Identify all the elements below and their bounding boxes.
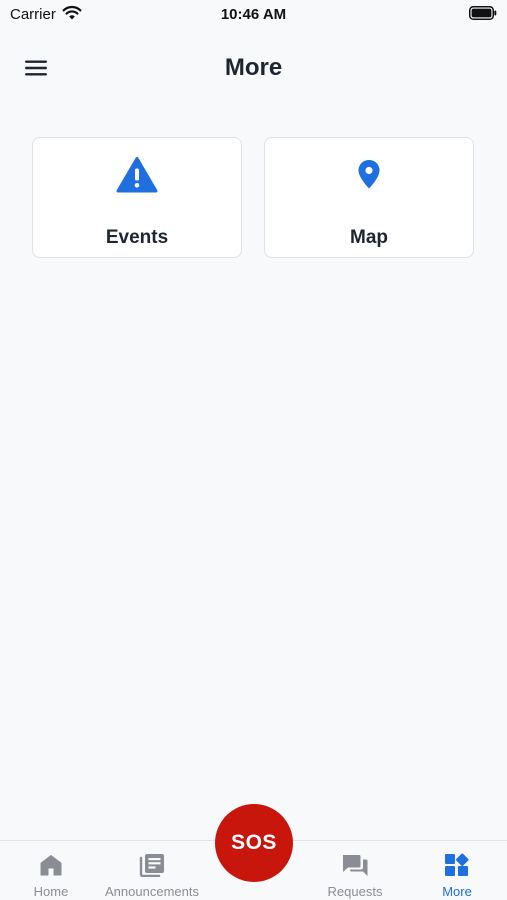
tab-requests-label: Requests: [327, 884, 383, 899]
newspaper-icon: [139, 854, 164, 877]
status-time: 10:46 AM: [220, 6, 287, 23]
sos-button-label: SOS: [231, 831, 277, 854]
tab-icon-wrapper: [39, 852, 63, 878]
more-screen: Carrier 10:46 AM More Events Map Home An…: [0, 0, 507, 900]
tab-icon-wrapper: [444, 852, 470, 878]
tab-home-label: Home: [33, 884, 69, 899]
map-card-label: Map: [350, 227, 388, 248]
home-icon: [40, 855, 62, 876]
sos-button[interactable]: SOS: [215, 804, 293, 882]
hamburger-menu-icon: [25, 60, 47, 76]
page-title: More: [224, 54, 283, 81]
more-options-grid: Events Map: [32, 137, 474, 258]
card-icon-wrapper: [33, 156, 241, 194]
map-pin-icon: [358, 160, 380, 189]
tab-announcements-label: Announcements: [105, 884, 199, 899]
map-card[interactable]: Map: [264, 137, 474, 258]
status-bar: Carrier 10:46 AM: [0, 0, 507, 30]
battery-icon: [469, 6, 497, 20]
tab-icon-wrapper: [139, 852, 165, 878]
warning-triangle-icon: [116, 157, 158, 193]
tab-announcements[interactable]: Announcements: [100, 841, 204, 900]
menu-button[interactable]: [20, 52, 52, 84]
tab-requests[interactable]: Requests: [322, 841, 388, 900]
header: More: [0, 40, 507, 96]
grid-more-icon: [445, 853, 469, 876]
card-icon-wrapper: [265, 156, 473, 194]
tab-icon-wrapper: [341, 852, 369, 878]
events-card[interactable]: Events: [32, 137, 242, 258]
tab-more[interactable]: More: [428, 841, 486, 900]
tab-home[interactable]: Home: [22, 841, 80, 900]
events-card-label: Events: [105, 227, 169, 248]
tab-more-label: More: [442, 884, 472, 899]
chat-bubbles-icon: [343, 855, 368, 876]
